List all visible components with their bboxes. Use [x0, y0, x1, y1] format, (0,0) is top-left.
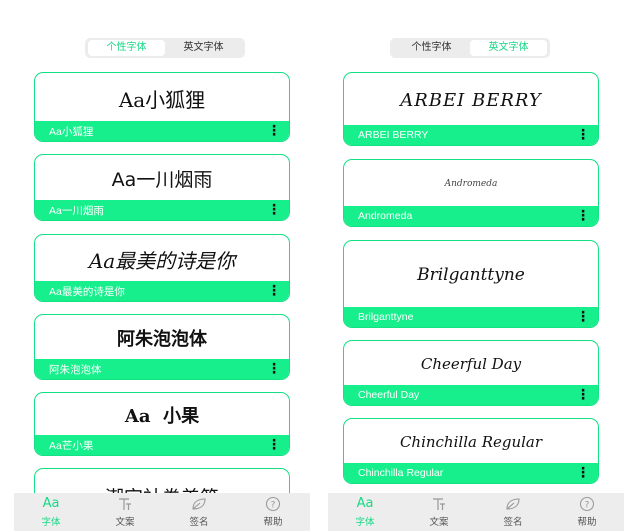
tab-sign[interactable]: 签名	[476, 493, 550, 531]
tab-english-fonts[interactable]: 英文字体	[165, 40, 242, 56]
font-category-segment: 个性字体 英文字体	[85, 38, 245, 58]
font-card-bar: Aa小狐狸 ⋮	[35, 121, 289, 141]
font-card-bar: 阿朱泡泡体 ⋮	[35, 359, 289, 379]
tab-label: 文案	[429, 517, 449, 528]
fonts-icon: Aa	[42, 496, 60, 511]
tab-label: 帮助	[577, 517, 597, 528]
tab-label: 文案	[115, 517, 135, 528]
font-card-bar: Cheerful Day ⋮	[344, 385, 598, 405]
fonts-icon: Aa	[356, 496, 374, 511]
font-preview: Brilganttyne	[417, 265, 525, 285]
font-preview: ARBEI BERRY	[400, 89, 542, 111]
font-card-bar: Brilganttyne ⋮	[344, 307, 598, 327]
tab-label: 字体	[41, 517, 61, 528]
more-icon[interactable]: ⋮	[267, 362, 281, 376]
font-card-bar: Chinchilla Regular ⋮	[344, 463, 598, 483]
font-card[interactable]: ARBEI BERRY ARBEI BERRY ⋮	[343, 72, 599, 146]
font-name: Aa最美的诗是你	[49, 285, 125, 298]
tab-personal-fonts[interactable]: 个性字体	[88, 40, 165, 56]
font-card[interactable]: Aa 小果 Aa芒小果 ⋮	[34, 392, 290, 456]
tab-fonts[interactable]: Aa 字体	[14, 493, 88, 531]
font-name: Cheerful Day	[358, 389, 420, 401]
font-preview: Aa 小果	[124, 406, 200, 427]
more-icon[interactable]: ⋮	[267, 203, 281, 217]
font-name: Chinchilla Regular	[358, 467, 444, 479]
font-card[interactable]: Aa最美的诗是你 Aa最美的诗是你 ⋮	[34, 234, 290, 302]
font-card-bar: ARBEI BERRY ⋮	[344, 125, 598, 145]
tab-fonts[interactable]: Aa 字体	[328, 493, 402, 531]
font-card[interactable]: Brilganttyne Brilganttyne ⋮	[343, 240, 599, 328]
tab-label: 字体	[355, 517, 375, 528]
leaf-icon	[191, 496, 207, 512]
font-card[interactable]: Andromeda Andromeda ⋮	[343, 159, 599, 227]
svg-text:?: ?	[585, 501, 590, 511]
svg-text:?: ?	[271, 501, 276, 511]
help-icon: ?	[265, 496, 281, 512]
tab-label: 帮助	[263, 517, 283, 528]
font-preview: Aa一川烟雨	[111, 169, 213, 191]
font-name: ARBEI BERRY	[358, 129, 429, 141]
tab-label: 签名	[503, 517, 523, 528]
more-icon[interactable]: ⋮	[267, 438, 281, 452]
font-name: Aa一川烟雨	[49, 204, 104, 217]
tab-help[interactable]: ? 帮助	[550, 493, 624, 531]
leaf-icon	[505, 496, 521, 512]
font-preview: Andromeda	[444, 179, 498, 189]
tab-text[interactable]: 文案	[88, 493, 162, 531]
bottom-tab-bar: Aa 字体 文案 签名 ? 帮助	[14, 493, 310, 531]
bottom-tab-bar: Aa 字体 文案 签名 ? 帮助	[328, 493, 624, 531]
text-icon	[118, 496, 132, 512]
more-icon[interactable]: ⋮	[576, 310, 590, 324]
font-card-bar: Andromeda ⋮	[344, 206, 598, 226]
font-card[interactable]: Aa一川烟雨 Aa一川烟雨 ⋮	[34, 154, 290, 221]
font-name: Aa小狐狸	[49, 125, 94, 138]
font-preview: Chinchilla Regular	[399, 433, 543, 451]
font-preview: Aa小狐狸	[118, 87, 206, 112]
right-screen: 个性字体 英文字体 ARBEI BERRY ARBEI BERRY ⋮ Andr…	[328, 0, 624, 531]
font-name: Aa芒小果	[49, 439, 94, 452]
font-preview: Aa最美的诗是你	[88, 248, 236, 273]
tab-help[interactable]: ? 帮助	[236, 493, 310, 531]
font-name: 阿朱泡泡体	[49, 363, 102, 376]
font-category-segment: 个性字体 英文字体	[390, 38, 550, 58]
text-icon	[432, 496, 446, 512]
tab-label: 签名	[189, 517, 209, 528]
left-screen: 个性字体 英文字体 Aa小狐狸 Aa小狐狸 ⋮ Aa一川烟雨 Aa一川烟雨 ⋮ …	[14, 0, 310, 531]
tab-text[interactable]: 文案	[402, 493, 476, 531]
tab-english-fonts[interactable]: 英文字体	[470, 40, 547, 56]
more-icon[interactable]: ⋮	[576, 128, 590, 142]
more-icon[interactable]: ⋮	[267, 124, 281, 138]
more-icon[interactable]: ⋮	[267, 284, 281, 298]
more-icon[interactable]: ⋮	[576, 466, 590, 480]
more-icon[interactable]: ⋮	[576, 388, 590, 402]
font-preview: Cheerful Day	[420, 355, 522, 373]
font-preview: 阿朱泡泡体	[117, 329, 207, 350]
font-card[interactable]: 阿朱泡泡体 阿朱泡泡体 ⋮	[34, 314, 290, 380]
tab-sign[interactable]: 签名	[162, 493, 236, 531]
more-icon[interactable]: ⋮	[576, 209, 590, 223]
font-card-bar: Aa最美的诗是你 ⋮	[35, 281, 289, 301]
help-icon: ?	[579, 496, 595, 512]
font-card[interactable]: Chinchilla Regular Chinchilla Regular ⋮	[343, 418, 599, 484]
font-card-bar: Aa芒小果 ⋮	[35, 435, 289, 455]
font-name: Andromeda	[358, 210, 413, 222]
font-name: Brilganttyne	[358, 311, 414, 323]
font-card-bar: Aa一川烟雨 ⋮	[35, 200, 289, 220]
font-card[interactable]: Aa小狐狸 Aa小狐狸 ⋮	[34, 72, 290, 142]
tab-personal-fonts[interactable]: 个性字体	[393, 40, 470, 56]
font-card[interactable]: Cheerful Day Cheerful Day ⋮	[343, 340, 599, 406]
